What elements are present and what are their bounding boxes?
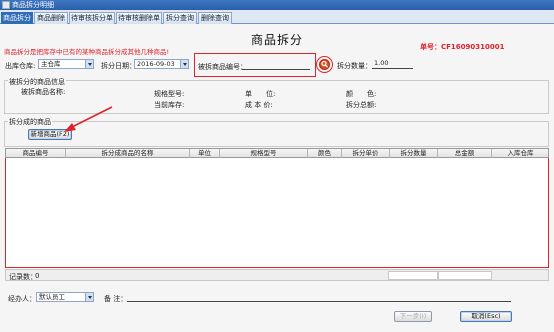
handler-select[interactable]: 默认员工	[36, 292, 94, 302]
spec-label: 规格型号:	[154, 90, 185, 98]
chevron-down-icon[interactable]	[85, 293, 93, 301]
remark-input[interactable]	[127, 292, 511, 302]
summary-cell-quantity	[388, 271, 438, 280]
col-spec[interactable]: 规格型号	[220, 149, 308, 158]
calendar-dropdown-icon[interactable]	[180, 60, 188, 68]
grid-body[interactable]	[5, 158, 549, 268]
app-icon	[2, 1, 10, 9]
col-total-amount[interactable]: 总金额	[438, 149, 492, 158]
tab-split-query[interactable]: 拆分查询	[163, 12, 197, 24]
cost-label: 成 本 价:	[245, 101, 273, 109]
date-label: 拆分日期：	[101, 62, 136, 70]
unit-label: 单 位:	[245, 90, 276, 98]
tab-product-split[interactable]: 商品拆分	[1, 12, 33, 24]
color-label: 颜 色:	[346, 90, 377, 98]
summary-cell-amount	[438, 271, 492, 280]
col-unit-price[interactable]: 拆分单价	[342, 149, 390, 158]
order-number: 单号：CF16090310001	[420, 43, 505, 51]
tab-pending-delete[interactable]: 待审核删除单	[116, 12, 162, 24]
remark-label: 备 注：	[104, 295, 128, 303]
handler-value: 默认员工	[39, 293, 65, 301]
col-unit[interactable]: 单位	[190, 149, 220, 158]
split-qty-input[interactable]: 1.00	[372, 59, 413, 69]
col-color[interactable]: 颜色	[308, 149, 342, 158]
record-count-label: 记录数：	[9, 273, 37, 281]
grid-header: 商品编号 拆分成商品的名称 单位 规格型号 颜色 拆分单价 拆分数量 总金额 入…	[5, 148, 549, 158]
code-label: 被拆商品编号：	[198, 63, 247, 71]
date-picker[interactable]: 2016-09-03	[134, 59, 189, 69]
warehouse-value: 主仓库	[41, 60, 61, 68]
hint-text: 商品拆分是把库存中已有的某种商品拆分成其他几种商品!	[4, 48, 170, 56]
tab-product-delete[interactable]: 商品删除	[34, 12, 68, 24]
annotation-arrow	[64, 106, 113, 132]
tab-pending-split[interactable]: 待审核拆分单	[69, 12, 115, 24]
search-icon[interactable]	[319, 59, 330, 70]
col-product-code[interactable]: 商品编号	[6, 149, 66, 158]
warehouse-label: 出库仓库:	[5, 62, 36, 70]
record-bar: 记录数： 0	[5, 269, 549, 281]
qty-label: 拆分数量：	[337, 62, 372, 70]
stock-label: 当前库存:	[154, 101, 185, 109]
info-group-title: 被拆分的商品信息	[8, 77, 66, 87]
handler-label: 经办人：	[8, 295, 36, 303]
window-title: 商品拆分明细	[12, 1, 54, 9]
tab-delete-query[interactable]: 删除查询	[198, 12, 232, 24]
cancel-button[interactable]: 取消(Esc)	[460, 311, 512, 322]
date-value: 2016-09-03	[137, 60, 175, 68]
product-name-label: 被拆商品名称:	[21, 88, 66, 96]
window-title-bar: 商品拆分明细	[0, 0, 554, 10]
tab-bar: 商品拆分 商品删除 待审核拆分单 待审核删除单 拆分查询 删除查询	[0, 10, 554, 24]
warehouse-select[interactable]: 主仓库	[38, 59, 94, 69]
next-step-button[interactable]: 下一步(I)	[394, 311, 432, 322]
total-label: 拆分总额:	[346, 101, 377, 109]
split-group-title: 拆分成的商品	[8, 117, 52, 127]
record-count: 0	[35, 272, 40, 280]
col-product-name[interactable]: 拆分成商品的名称	[66, 149, 190, 158]
col-warehouse[interactable]: 入库仓库	[492, 149, 549, 158]
chevron-down-icon[interactable]	[85, 60, 93, 68]
col-quantity[interactable]: 拆分数量	[390, 149, 438, 158]
product-code-input[interactable]	[242, 60, 310, 70]
